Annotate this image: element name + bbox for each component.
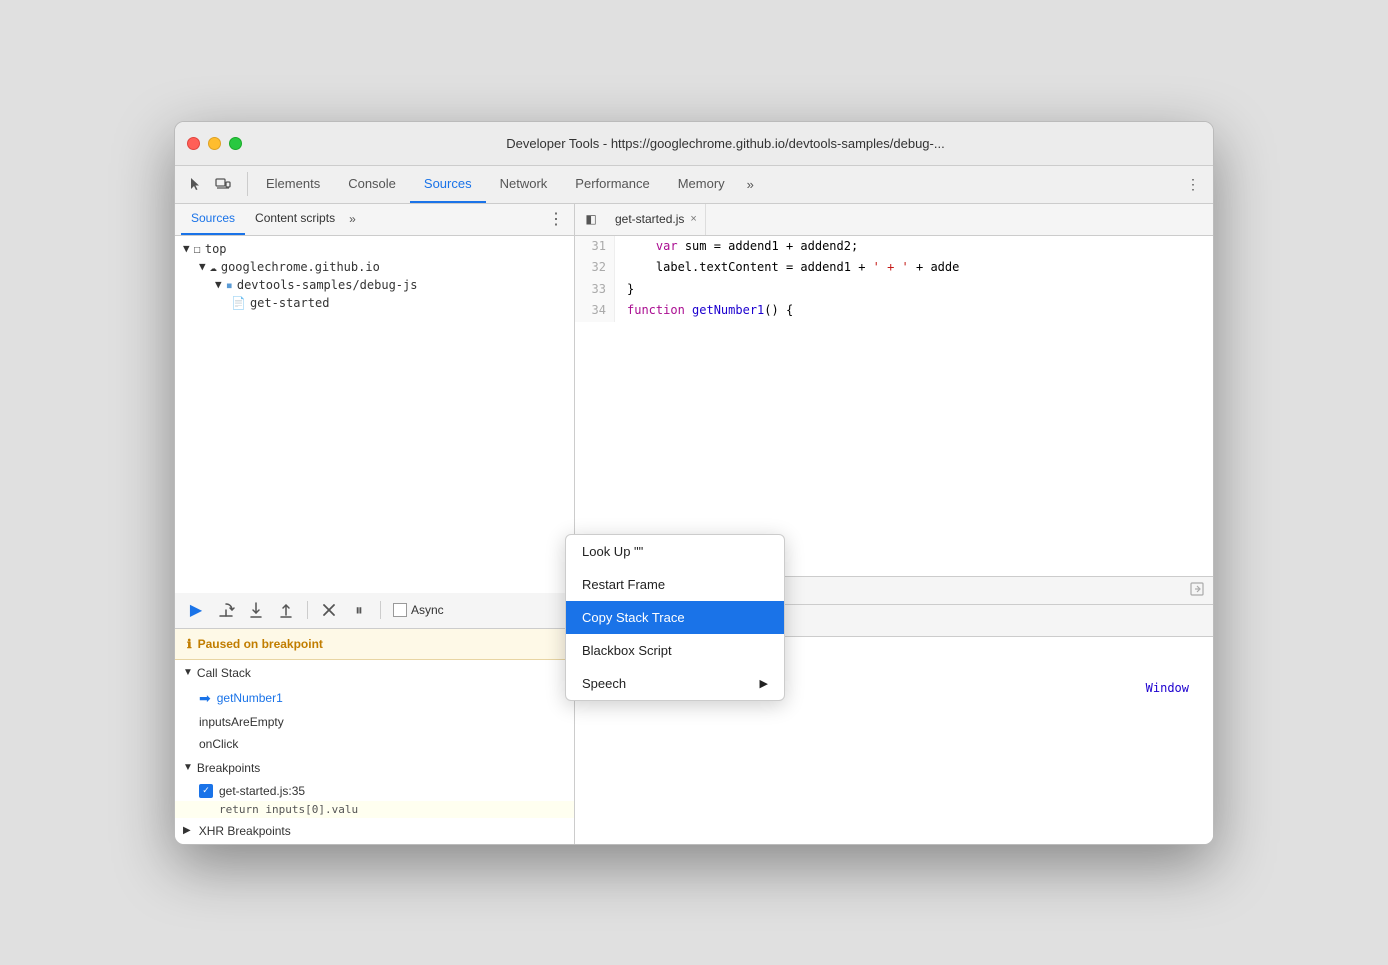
folder-icon: ▪ [226,278,233,292]
step-over-button[interactable] [213,597,239,623]
async-toggle[interactable]: Async [393,603,444,617]
tab-bar: Elements Console Sources Network Perform… [175,166,1213,204]
toggle-sidebar-button[interactable]: ◧ [579,207,603,231]
call-stack-item-2[interactable]: onClick [175,733,574,755]
tree-item-folder[interactable]: ▼ ▪ devtools-samples/debug-js [175,276,574,294]
tab-performance[interactable]: Performance [561,166,663,203]
resume-button[interactable]: ▶ [183,597,209,623]
debug-toolbar: ▶ ⏸ Async [175,593,574,629]
chevron-down-icon: ▼ [183,667,193,678]
breakpoint-code: return inputs[0].valu [175,801,574,818]
context-menu-item-restart[interactable]: Restart Frame [566,568,784,601]
file-tree: ▼ ☐ top ▼ ☁ googlechrome.github.io ▼ ▪ d… [175,236,574,593]
folder-icon: ☐ [194,242,201,256]
traffic-lights [187,137,242,150]
right-panel: ◧ get-started.js × 31 32 33 34 var [575,204,1213,844]
device-icon[interactable] [211,172,235,196]
tree-item-domain[interactable]: ▼ ☁ googlechrome.github.io [175,258,574,276]
line-num-33: 33 [583,279,606,301]
left-tab-content-scripts[interactable]: Content scripts [245,204,345,235]
close-tab-icon[interactable]: × [690,213,696,225]
context-menu-item-blackbox[interactable]: Blackbox Script [566,634,784,667]
submenu-arrow-icon: ▶ [760,677,768,690]
maximize-button[interactable] [229,137,242,150]
code-content: var sum = addend1 + addend2; label.textC… [615,236,1213,322]
context-menu-item-speech[interactable]: Speech ▶ [566,667,784,700]
line-num-32: 32 [583,257,606,279]
pause-button[interactable]: ⏸ [346,597,372,623]
left-panel-menu[interactable]: ⋮ [544,209,568,229]
context-menu-item-lookup[interactable]: Look Up "" [566,535,784,568]
chevron-down-icon: ▼ [183,762,193,773]
editor-tab-file[interactable]: get-started.js × [607,204,706,235]
editor-tabs: ◧ get-started.js × [575,204,1213,236]
tab-console[interactable]: Console [334,166,410,203]
code-line-31: var sum = addend1 + addend2; [627,236,1201,258]
left-panel: Sources Content scripts » ⋮ ▼ ☐ top ▼ ☁ … [175,204,575,844]
tab-bar-icons [183,172,248,196]
paused-text: Paused on breakpoint [198,637,323,651]
more-menu-icon[interactable]: ⋮ [1181,172,1205,196]
close-button[interactable] [187,137,200,150]
status-end-icon [1189,581,1205,600]
code-editor[interactable]: 31 32 33 34 var sum = addend1 + addend2;… [575,236,1213,576]
step-into-button[interactable] [243,597,269,623]
context-menu: Look Up "" Restart Frame Copy Stack Trac… [565,534,785,701]
chevron-down-icon: ▼ [183,242,190,255]
main-tabs: Elements Console Sources Network Perform… [252,166,1181,203]
tab-network[interactable]: Network [486,166,562,203]
tab-bar-end: ⋮ [1181,172,1205,196]
call-stack-item-0[interactable]: ➡ getNumber1 [175,686,574,711]
info-icon: ℹ [187,637,192,651]
minimize-button[interactable] [208,137,221,150]
window-title: Developer Tools - https://googlechrome.g… [250,136,1201,151]
code-line-33: } [627,279,1201,301]
current-frame-icon: ➡ [199,690,211,707]
code-line-32: label.textContent = addend1 + ' + ' + ad… [627,257,1201,279]
tabs-more-button[interactable]: » [739,177,762,192]
code-line-34: function getNumber1() { [627,300,1201,322]
line-num-34: 34 [583,300,606,322]
paused-banner: ℹ Paused on breakpoint [175,629,574,660]
step-out-button[interactable] [273,597,299,623]
chevron-down-icon: ▼ [215,278,222,291]
tab-elements[interactable]: Elements [252,166,334,203]
cloud-icon: ☁ [210,260,217,274]
line-numbers: 31 32 33 34 [575,236,615,322]
main-area: Sources Content scripts » ⋮ ▼ ☐ top ▼ ☁ … [175,204,1213,844]
title-bar: Developer Tools - https://googlechrome.g… [175,122,1213,166]
left-panel-tabs: Sources Content scripts » ⋮ [175,204,574,236]
tree-item-file[interactable]: 📄 get-started [175,294,574,312]
file-icon: 📄 [231,296,246,310]
cursor-icon[interactable] [183,172,207,196]
left-tabs-more[interactable]: » [345,212,360,226]
chevron-right-icon: ▶ [183,825,191,836]
breakpoint-item-0[interactable]: ✓ get-started.js:35 [175,781,574,801]
tab-sources[interactable]: Sources [410,166,486,203]
devtools-window: Developer Tools - https://googlechrome.g… [174,121,1214,845]
toolbar-separator [307,601,308,619]
call-stack-item-1[interactable]: inputsAreEmpty [175,711,574,733]
code-lines: 31 32 33 34 var sum = addend1 + addend2;… [575,236,1213,322]
call-stack-header[interactable]: ▼ Call Stack [175,660,574,686]
left-tab-sources[interactable]: Sources [181,204,245,235]
line-num-31: 31 [583,236,606,258]
tab-memory[interactable]: Memory [664,166,739,203]
async-checkbox[interactable] [393,603,407,617]
deactivate-button[interactable] [316,597,342,623]
xhr-breakpoints-header[interactable]: ▶ XHR Breakpoints [175,818,574,844]
breakpoints-header[interactable]: ▼ Breakpoints [175,755,574,781]
chevron-down-icon: ▼ [199,260,206,273]
tree-item-top[interactable]: ▼ ☐ top [175,240,574,258]
toolbar-separator-2 [380,601,381,619]
breakpoint-checkbox[interactable]: ✓ [199,784,213,798]
context-menu-item-copy-stack[interactable]: Copy Stack Trace [566,601,784,634]
